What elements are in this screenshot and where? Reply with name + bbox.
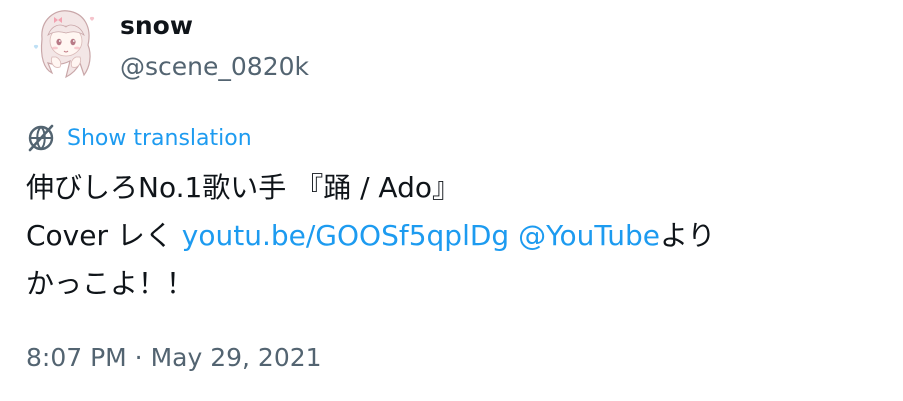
tweet-text-space [509, 219, 518, 252]
tweet-text-line-3: かっこよ！！ [26, 267, 195, 300]
youtube-link[interactable]: youtu.be/GOOSf5qplDg [182, 219, 509, 252]
show-translation-label: Show translation [67, 125, 252, 151]
display-name[interactable]: snow [120, 10, 193, 42]
anime-avatar-icon [26, 5, 102, 85]
tweet-date-link[interactable]: May 29, 2021 [151, 343, 322, 372]
translate-icon [28, 124, 54, 152]
tweet-text-prefix: Cover レく [26, 219, 182, 252]
avatar[interactable] [26, 5, 102, 85]
tweet-text-line-2: Cover レく youtu.be/GOOSf5qplDg @YouTubeより [26, 212, 886, 260]
timestamp-separator: · [126, 343, 151, 372]
tweet-timestamp: 8:07 PM · May 29, 2021 [26, 340, 322, 376]
tweet-card: snow @scene_0820k Show translation 伸びしろN… [0, 0, 903, 401]
tweet-text-line-1: 伸びしろNo.1歌い手 『踊 / Ado』 [26, 171, 461, 204]
tweet-text: 伸びしろNo.1歌い手 『踊 / Ado』 Cover レく youtu.be/… [26, 164, 886, 308]
tweet-text-suffix: より [659, 219, 716, 252]
user-handle[interactable]: @scene_0820k [120, 51, 309, 83]
show-translation-button[interactable]: Show translation [26, 120, 252, 156]
youtube-mention-link[interactable]: @YouTube [518, 219, 660, 252]
tweet-time-link[interactable]: 8:07 PM [26, 343, 127, 372]
